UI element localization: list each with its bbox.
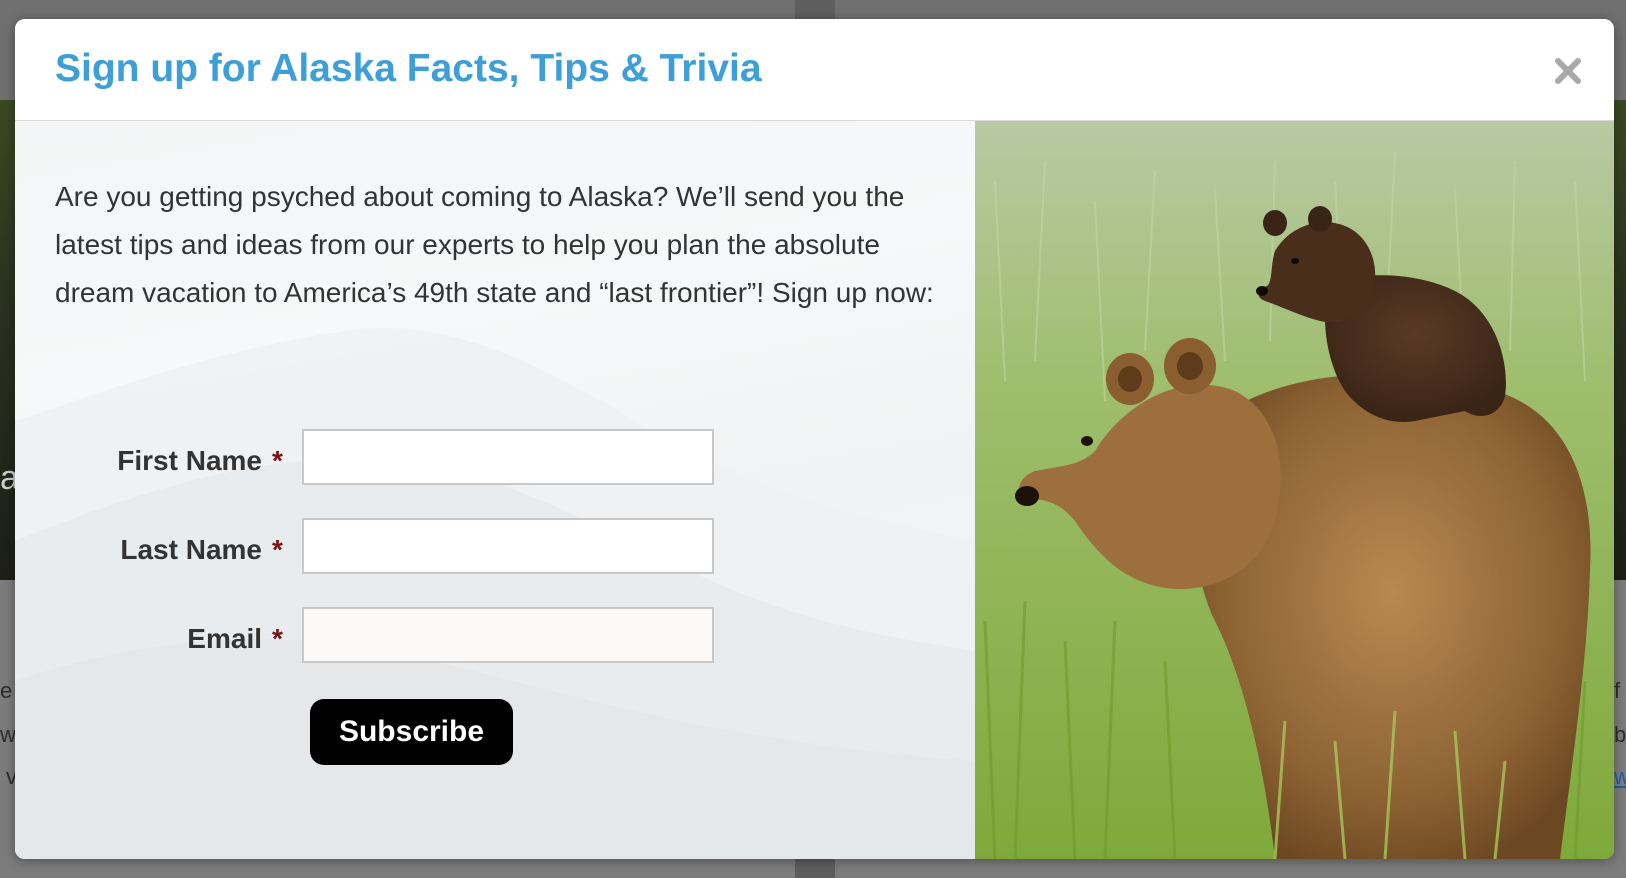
grizzly-bear-with-cub-image (975, 121, 1614, 859)
email-label: Email (187, 623, 262, 654)
background-text-fragment: e (0, 678, 13, 703)
required-marker: * (272, 623, 283, 654)
background-link-fragment[interactable]: w (1614, 762, 1626, 792)
email-input[interactable] (302, 607, 714, 663)
close-icon (1555, 58, 1581, 84)
background-text-fragment: w (0, 722, 16, 747)
modal-body: Are you getting psyched about coming to … (15, 121, 1614, 859)
signup-form-panel: Are you getting psyched about coming to … (15, 121, 975, 859)
modal-header: Sign up for Alaska Facts, Tips & Trivia (15, 19, 1614, 121)
required-marker: * (272, 534, 283, 565)
background-text-fragment: b (1614, 722, 1626, 747)
first-name-label: First Name (117, 445, 262, 476)
last-name-input[interactable] (302, 518, 714, 574)
email-row: Email * (15, 607, 975, 667)
required-marker: * (272, 445, 283, 476)
close-button[interactable] (1550, 53, 1586, 89)
bear-photo-illustration (975, 121, 1614, 859)
signup-modal: Sign up for Alaska Facts, Tips & Trivia … (15, 19, 1614, 859)
first-name-row: First Name * (15, 429, 975, 489)
first-name-input[interactable] (302, 429, 714, 485)
last-name-row: Last Name * (15, 518, 975, 578)
last-name-label: Last Name (120, 534, 262, 565)
background-text-fragment: f (1614, 678, 1621, 703)
modal-title: Sign up for Alaska Facts, Tips & Trivia (55, 47, 762, 90)
intro-text: Are you getting psyched about coming to … (55, 181, 934, 308)
subscribe-button[interactable]: Subscribe (310, 699, 513, 765)
